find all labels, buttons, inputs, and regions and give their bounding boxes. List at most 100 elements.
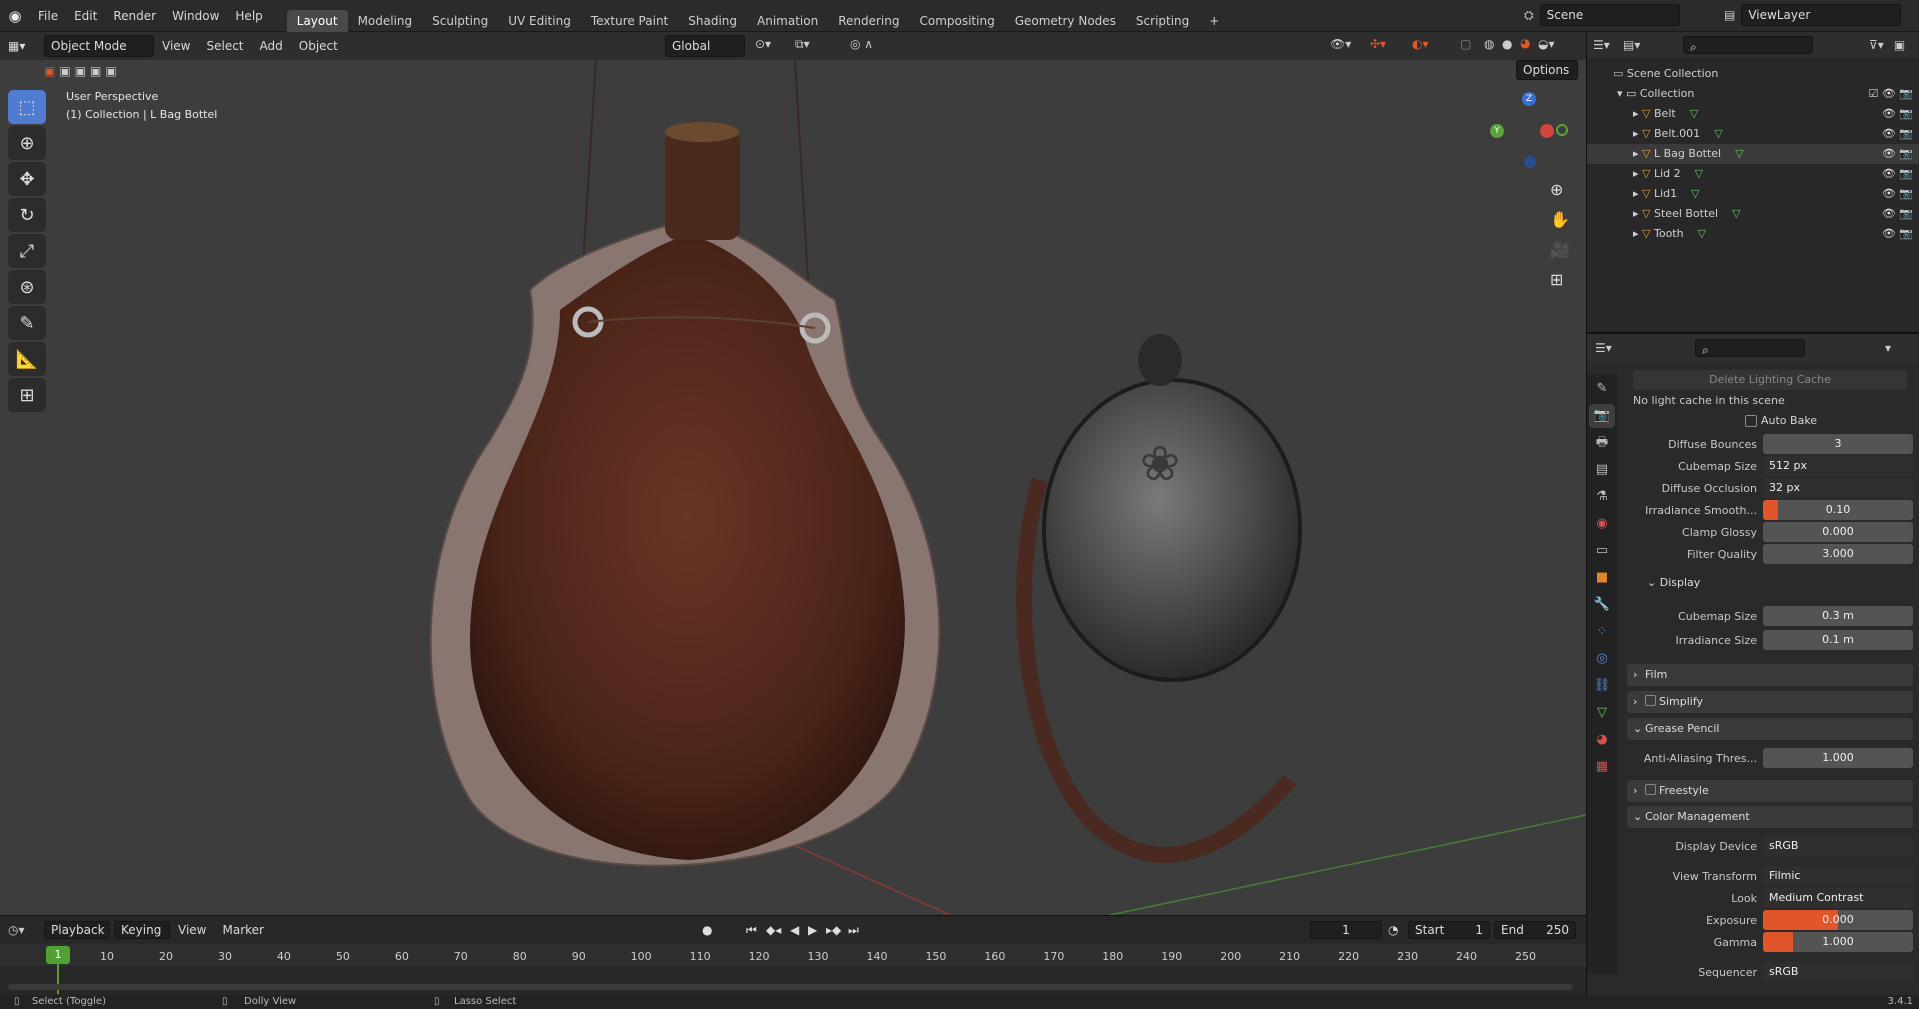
visibility-icons[interactable]: 👁 📷: [1882, 224, 1913, 244]
navigation-gizmo[interactable]: Z Y: [1490, 90, 1570, 170]
gizmo-neg-y-icon[interactable]: [1556, 124, 1568, 136]
freestyle-panel-header[interactable]: › Freestyle: [1627, 780, 1913, 802]
physics-tab-icon[interactable]: ◎: [1589, 647, 1615, 671]
editor-type-icon[interactable]: ▦▾: [8, 39, 36, 53]
cursor-tool-icon[interactable]: ⊕: [8, 126, 46, 160]
freestyle-checkbox-icon[interactable]: [1645, 784, 1656, 795]
orientation-selector[interactable]: Global: [665, 35, 745, 57]
visibility-icon[interactable]: 👁▾: [1330, 37, 1351, 51]
irradiance-smooth-slider[interactable]: 0.10: [1763, 500, 1913, 520]
outliner-search-input[interactable]: ⌕: [1683, 36, 1813, 54]
outliner-item-belt[interactable]: ▸ ▽ Belt ▽ 👁 📷: [1587, 104, 1919, 124]
expand-arrow-icon[interactable]: ▾: [1617, 87, 1626, 100]
diffuse-occlusion-dropdown[interactable]: 32 px: [1763, 478, 1913, 498]
start-frame-field[interactable]: Start 1: [1408, 921, 1490, 939]
menu-file[interactable]: File: [30, 0, 66, 32]
scene-collection-row[interactable]: ▭ Scene Collection: [1587, 64, 1919, 84]
data-tab-icon[interactable]: ▽: [1589, 701, 1615, 725]
gizmo-y-icon[interactable]: Y: [1490, 124, 1504, 138]
collection-visibility-icons[interactable]: ☑ 👁 📷: [1868, 84, 1913, 104]
tab-geometry-nodes[interactable]: Geometry Nodes: [1005, 10, 1126, 32]
timeline-type-icon[interactable]: ◷▾: [8, 923, 44, 937]
measure-tool-icon[interactable]: 📐: [8, 342, 46, 376]
scene-icon[interactable]: ⛭: [1524, 8, 1534, 23]
outliner-item-lid1[interactable]: ▸ ▽ Lid1 ▽ 👁 📷: [1587, 184, 1919, 204]
add-cube-tool-icon[interactable]: ⊞: [8, 378, 46, 412]
select-subtract-icon[interactable]: ▣: [75, 64, 86, 78]
timeline-scrollbar[interactable]: [8, 984, 1573, 990]
visibility-icons[interactable]: 👁 📷: [1882, 184, 1913, 204]
scene-field[interactable]: Scene: [1539, 4, 1680, 26]
simplify-checkbox-icon[interactable]: [1645, 695, 1656, 706]
tab-compositing[interactable]: Compositing: [909, 10, 1004, 32]
display-cubemap-size-field[interactable]: 0.3 m: [1763, 606, 1913, 626]
menu-help[interactable]: Help: [227, 0, 270, 32]
xray-icon[interactable]: ▢: [1460, 37, 1471, 51]
view-layer-tab-icon[interactable]: ▤: [1589, 458, 1615, 482]
overlay-toggle-icon[interactable]: ◐▾: [1412, 37, 1429, 51]
film-panel-header[interactable]: › Film: [1627, 664, 1913, 686]
new-collection-icon[interactable]: ▣: [1894, 38, 1905, 52]
tab-sculpting[interactable]: Sculpting: [422, 10, 498, 32]
display-mode-icon[interactable]: ▤▾: [1623, 38, 1653, 52]
clamp-glossy-field[interactable]: 0.000: [1763, 522, 1913, 542]
object-tab-icon[interactable]: ■: [1589, 566, 1615, 590]
menu-object[interactable]: Object: [291, 30, 346, 62]
render-tab-icon[interactable]: 📷: [1589, 404, 1615, 428]
tab-scripting[interactable]: Scripting: [1126, 10, 1199, 32]
gamma-slider[interactable]: 1.000: [1763, 932, 1913, 952]
visibility-icons[interactable]: 👁 📷: [1882, 144, 1913, 164]
tab-uv-editing[interactable]: UV Editing: [498, 10, 581, 32]
delete-lighting-cache-button[interactable]: Delete Lighting Cache: [1633, 370, 1907, 390]
scene-tab-icon[interactable]: ⚗: [1589, 485, 1615, 509]
menu-edit[interactable]: Edit: [66, 0, 105, 32]
menu-select[interactable]: Select: [198, 30, 251, 62]
outliner-item-lid-2[interactable]: ▸ ▽ Lid 2 ▽ 👁 📷: [1587, 164, 1919, 184]
play-icon[interactable]: ▶: [808, 923, 817, 937]
display-device-dropdown[interactable]: sRGB: [1763, 836, 1913, 856]
rotate-tool-icon[interactable]: ↻: [8, 198, 46, 232]
output-tab-icon[interactable]: 🖶: [1589, 431, 1615, 455]
expand-arrow-icon[interactable]: ▸: [1633, 207, 1642, 220]
zoom-icon[interactable]: ⊕: [1550, 175, 1570, 205]
end-frame-field[interactable]: End 250: [1494, 921, 1576, 939]
tab-animation[interactable]: Animation: [747, 10, 828, 32]
record-icon[interactable]: ●: [702, 923, 712, 937]
tool-tab-icon[interactable]: ✎: [1589, 377, 1615, 401]
diffuse-bounces-field[interactable]: 3: [1763, 434, 1913, 454]
outliner-item-steel-bottel[interactable]: ▸ ▽ Steel Bottel ▽ 👁 📷: [1587, 204, 1919, 224]
checkbox-icon[interactable]: [1745, 414, 1757, 427]
select-box-tool-icon[interactable]: ⬚: [8, 90, 46, 124]
camera-view-icon[interactable]: 🎥: [1550, 235, 1570, 265]
shading-material-icon[interactable]: ◕: [1520, 36, 1530, 50]
exposure-slider[interactable]: 0.000: [1763, 910, 1913, 930]
3d-viewport[interactable]: ❀ ⬚ ⊕ ✥ ↻ ⤢ ⊛ ✎ 📐 ⊞ ▣ ▣ ▣ ▣ ▣ User Persp…: [0, 60, 1586, 915]
properties-options-icon[interactable]: ▾: [1885, 341, 1891, 355]
marker-menu[interactable]: Marker: [214, 914, 271, 946]
select-intersect-icon[interactable]: ▣: [105, 64, 116, 78]
simplify-panel-header[interactable]: › Simplify: [1627, 691, 1913, 713]
expand-arrow-icon[interactable]: ▸: [1633, 127, 1642, 140]
properties-type-icon[interactable]: ☰▾: [1595, 341, 1695, 355]
color-management-panel-header[interactable]: ⌄ Color Management: [1627, 806, 1913, 828]
select-new-icon[interactable]: ▣: [44, 64, 55, 78]
transform-tool-icon[interactable]: ⊛: [8, 270, 46, 304]
properties-search-input[interactable]: ⌕: [1695, 339, 1805, 357]
pivot-icon[interactable]: ⊙▾: [755, 37, 771, 51]
expand-arrow-icon[interactable]: ▸: [1633, 227, 1642, 240]
gizmo-x-icon[interactable]: [1540, 124, 1554, 138]
gizmo-toggle-icon[interactable]: ✣▾: [1370, 37, 1386, 51]
auto-bake-checkbox[interactable]: Auto Bake: [1745, 414, 1817, 427]
expand-arrow-icon[interactable]: ▸: [1633, 107, 1642, 120]
playback-menu[interactable]: Playback: [44, 921, 110, 939]
particles-tab-icon[interactable]: ⁘: [1589, 620, 1615, 644]
options-button[interactable]: Options: [1516, 60, 1578, 80]
outliner-item-l-bag-bottel[interactable]: ▸ ▽ L Bag Bottel ▽ 👁 📷: [1587, 144, 1919, 164]
playhead[interactable]: 1: [46, 946, 70, 964]
visibility-icons[interactable]: 👁 📷: [1882, 124, 1913, 144]
outliner-item-belt-001[interactable]: ▸ ▽ Belt.001 ▽ 👁 📷: [1587, 124, 1919, 144]
collection-row[interactable]: ▾ ▭ Collection ☑ 👁 📷: [1587, 84, 1919, 104]
tab-modeling[interactable]: Modeling: [348, 10, 423, 32]
play-reverse-icon[interactable]: ◀: [790, 923, 799, 937]
tab-texture-paint[interactable]: Texture Paint: [581, 10, 678, 32]
